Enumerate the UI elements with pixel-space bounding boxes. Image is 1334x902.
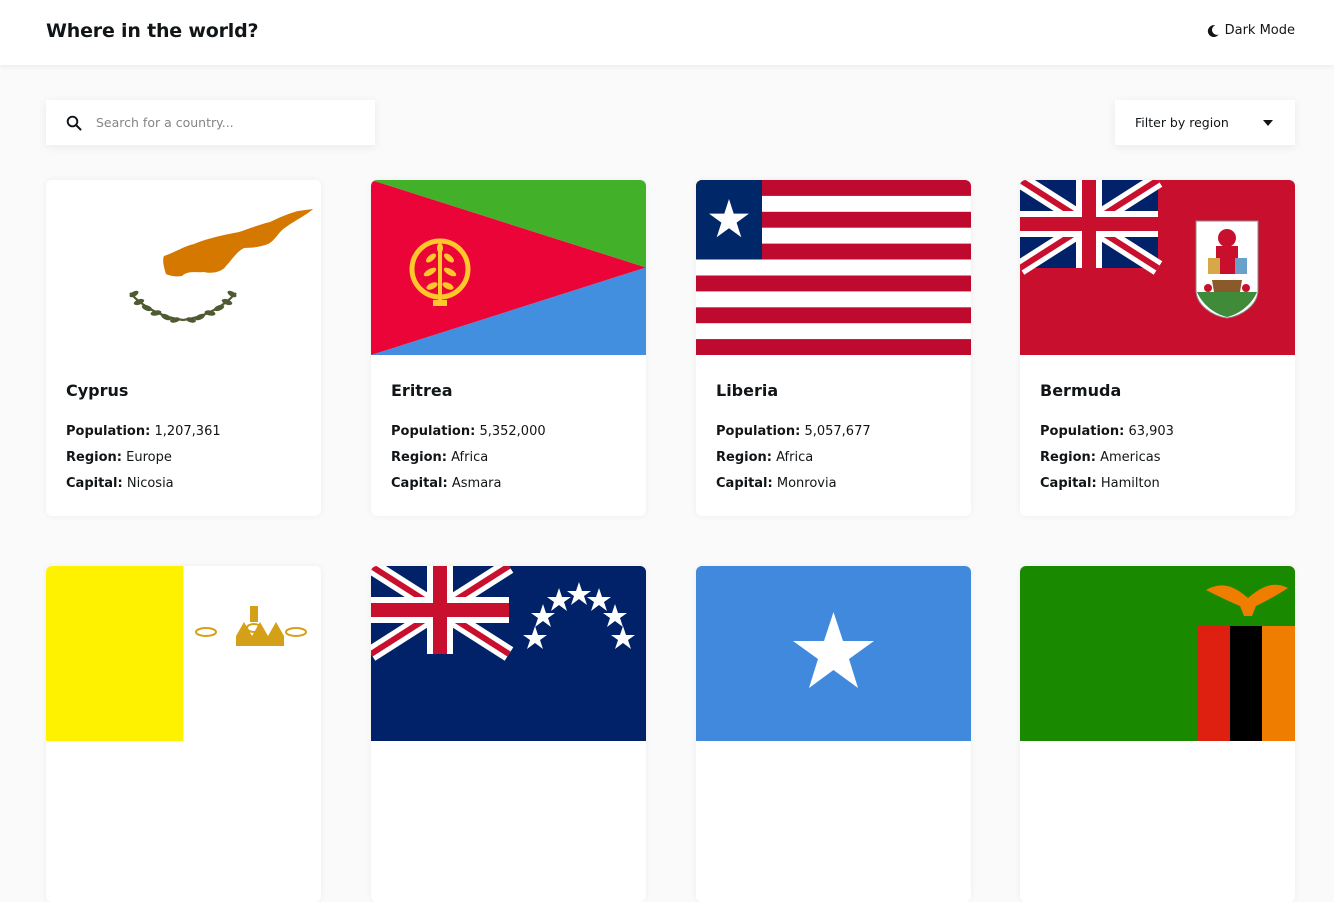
- capital-value: Asmara: [451, 476, 502, 491]
- region-filter-label: Filter by region: [1135, 115, 1229, 130]
- dark-mode-toggle[interactable]: Dark Mode: [1206, 23, 1295, 38]
- capital-value: Nicosia: [126, 476, 174, 491]
- search-box: [46, 100, 375, 145]
- flag-bermuda: [1020, 180, 1295, 355]
- population-value: 63,903: [1128, 424, 1174, 439]
- country-card-zambia[interactable]: [1020, 566, 1295, 902]
- capital-value: Monrovia: [776, 476, 837, 491]
- country-name: Eritrea: [391, 381, 453, 400]
- population-row: Population: 63,903: [1040, 424, 1174, 439]
- country-name: Liberia: [716, 381, 779, 400]
- country-card-eritrea[interactable]: Eritrea Population: 5,352,000 Region: Af…: [371, 180, 646, 516]
- flag-zambia: [1020, 566, 1295, 741]
- country-name: Cyprus: [66, 381, 129, 400]
- population-value: 1,207,361: [154, 424, 221, 439]
- region-row: Region: Europe: [66, 450, 172, 465]
- population-row: Population: 5,057,677: [716, 424, 871, 439]
- moon-icon: [1207, 24, 1219, 37]
- flag-cook-islands: [371, 566, 646, 741]
- app-header: Where in the world? Dark Mode: [0, 0, 1334, 65]
- region-value: Africa: [451, 450, 489, 465]
- region-row: Region: Americas: [1040, 450, 1161, 465]
- country-card-somalia[interactable]: [696, 566, 971, 902]
- population-row: Population: 1,207,361: [66, 424, 221, 439]
- flag-liberia: [696, 180, 971, 355]
- search-input[interactable]: [96, 115, 336, 130]
- flag-eritrea: [371, 180, 646, 355]
- caret-down-icon: [1263, 119, 1273, 126]
- population-value: 5,057,677: [804, 424, 871, 439]
- flag-vatican: [46, 566, 321, 741]
- country-card-liberia[interactable]: Liberia Population: 5,057,677 Region: Af…: [696, 180, 971, 516]
- flag-somalia: [696, 566, 971, 741]
- population-row: Population: 5,352,000: [391, 424, 546, 439]
- capital-row: Capital: Asmara: [391, 476, 502, 491]
- country-name: Bermuda: [1040, 381, 1122, 400]
- region-filter-dropdown[interactable]: Filter by region: [1115, 100, 1295, 145]
- capital-row: Capital: Nicosia: [66, 476, 174, 491]
- capital-row: Capital: Monrovia: [716, 476, 837, 491]
- capital-value: Hamilton: [1100, 476, 1160, 491]
- region-row: Region: Africa: [716, 450, 814, 465]
- country-card-cyprus[interactable]: Cyprus Population: 1,207,361 Region: Eur…: [46, 180, 321, 516]
- app-title: Where in the world?: [46, 20, 259, 42]
- capital-row: Capital: Hamilton: [1040, 476, 1160, 491]
- flag-cyprus: [46, 180, 321, 355]
- region-value: Europe: [126, 450, 172, 465]
- country-card-cook-islands[interactable]: [371, 566, 646, 902]
- region-value: Americas: [1100, 450, 1161, 465]
- region-row: Region: Africa: [391, 450, 489, 465]
- country-card-vatican[interactable]: [46, 566, 321, 902]
- dark-mode-label: Dark Mode: [1224, 23, 1295, 38]
- region-value: Africa: [776, 450, 814, 465]
- country-card-bermuda[interactable]: Bermuda Population: 63,903 Region: Ameri…: [1020, 180, 1295, 516]
- population-value: 5,352,000: [479, 424, 546, 439]
- search-icon: [66, 115, 82, 130]
